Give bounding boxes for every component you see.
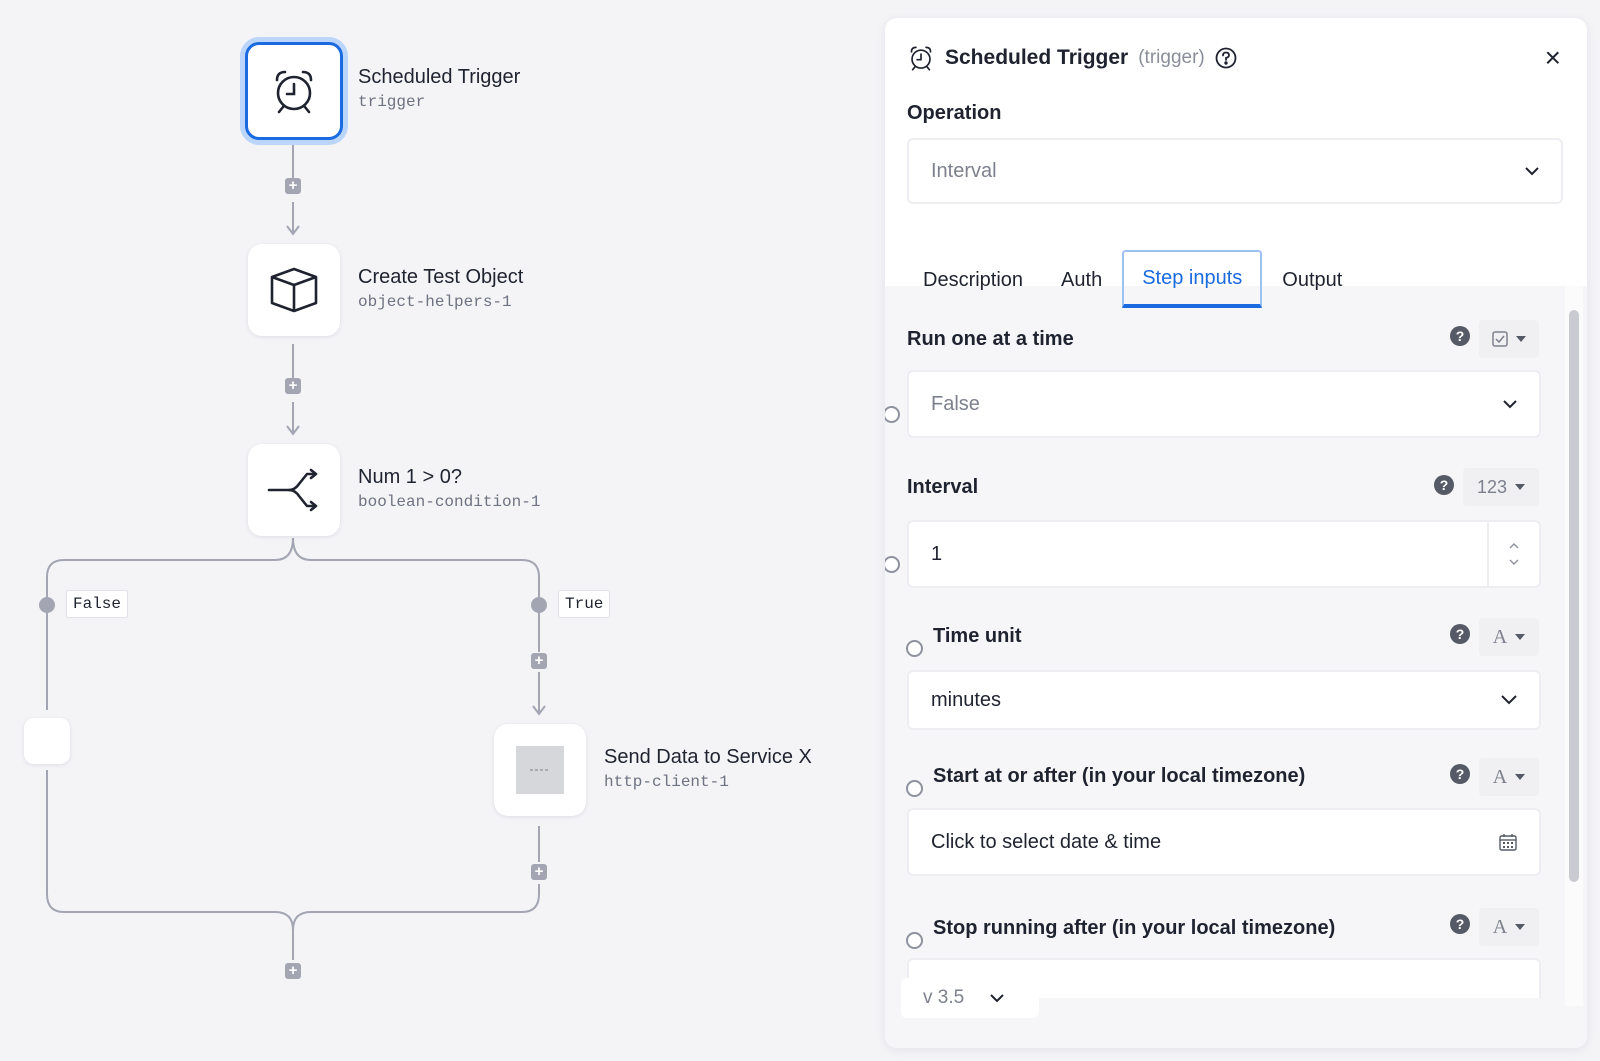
branch-split-icon: [267, 468, 321, 512]
node-title: Send Data to Service X: [604, 746, 812, 768]
cube-icon: [268, 265, 320, 315]
text-type-value: A: [1492, 765, 1508, 788]
http-client-icon: [516, 746, 564, 794]
tab-auth[interactable]: Auth: [1043, 252, 1120, 308]
boolean-type-button[interactable]: [1479, 320, 1539, 358]
true-branch-label: True: [558, 590, 611, 618]
chevron-up-icon[interactable]: [1509, 543, 1519, 549]
create-node-label: Create Test Object object-helpers-1: [358, 266, 523, 311]
caret-down-icon: [1515, 634, 1526, 640]
start-label: Start at or after (in your local timezon…: [933, 765, 1306, 787]
time-unit-label: Time unit: [933, 625, 1022, 647]
panel-tabs: Description Auth Step inputs Output: [885, 226, 1587, 308]
time-unit-radio[interactable]: [906, 640, 923, 657]
chevron-down-icon: [1503, 399, 1517, 409]
node-key: object-helpers-1: [358, 293, 512, 311]
number-stepper[interactable]: [1487, 522, 1539, 586]
start-datetime-input[interactable]: Click to select date & time: [907, 808, 1541, 876]
scrollbar-thumb[interactable]: [1569, 310, 1579, 882]
help-icon[interactable]: ?: [1450, 624, 1470, 644]
operation-select[interactable]: Interval: [907, 138, 1563, 204]
send-node-label: Send Data to Service X http-client-1: [604, 746, 812, 791]
workflow-canvas[interactable]: + + + + + Scheduled Trigger trigger Crea…: [0, 0, 880, 1061]
caret-down-icon: [1516, 336, 1526, 342]
text-type-button[interactable]: A: [1479, 618, 1539, 656]
help-icon[interactable]: ?: [1434, 475, 1454, 495]
empty-step-placeholder[interactable]: [24, 718, 70, 764]
condition-node-label: Num 1 > 0? boolean-condition-1: [358, 466, 540, 511]
start-placeholder: Click to select date & time: [931, 830, 1162, 853]
run-one-value: False: [931, 392, 980, 415]
version-select[interactable]: v 3.5: [901, 978, 1039, 1018]
chevron-down-icon: [990, 993, 1004, 1003]
interval-input[interactable]: 1: [907, 520, 1541, 588]
false-branch-label: False: [66, 590, 129, 618]
number-type-value: 123: [1476, 476, 1508, 497]
interval-label: Interval: [907, 476, 979, 498]
caret-down-icon: [1515, 924, 1526, 930]
run-one-select[interactable]: False: [907, 370, 1541, 438]
text-type-value: A: [1492, 625, 1508, 648]
help-circle-icon[interactable]: [1215, 47, 1237, 69]
tab-output[interactable]: Output: [1264, 252, 1360, 308]
caret-down-icon: [1515, 774, 1526, 780]
panel-title: Scheduled Trigger: [945, 46, 1129, 69]
text-type-button[interactable]: A: [1479, 908, 1539, 946]
checkbox-icon: [1492, 331, 1508, 347]
tab-description[interactable]: Description: [905, 252, 1041, 308]
stop-radio[interactable]: [906, 932, 923, 949]
node-key: http-client-1: [604, 773, 729, 791]
caret-down-icon: [1515, 484, 1526, 490]
node-title: Num 1 > 0?: [358, 466, 462, 488]
condition-node[interactable]: [248, 444, 340, 536]
start-radio[interactable]: [906, 780, 923, 797]
run-one-label: Run one at a time: [907, 328, 1074, 350]
number-type-button[interactable]: 123: [1463, 468, 1539, 506]
text-type-value: A: [1492, 915, 1508, 938]
time-unit-select[interactable]: minutes: [907, 670, 1541, 730]
chevron-down-icon: [1501, 695, 1517, 705]
operation-label: Operation: [907, 102, 1002, 124]
node-key: trigger: [358, 93, 426, 111]
time-unit-value: minutes: [931, 688, 1002, 711]
stop-label: Stop running after (in your local timezo…: [933, 917, 1336, 939]
operation-value: Interval: [931, 159, 997, 182]
alarm-clock-icon: [907, 44, 935, 72]
version-value: v 3.5: [923, 987, 965, 1008]
node-title: Create Test Object: [358, 266, 524, 288]
trigger-node[interactable]: [245, 42, 343, 140]
create-test-object-node[interactable]: [248, 244, 340, 336]
alarm-clock-icon: [269, 66, 319, 116]
tab-step-inputs[interactable]: Step inputs: [1122, 250, 1263, 308]
step-config-panel: Scheduled Trigger (trigger) × Operation …: [885, 18, 1587, 1048]
trigger-node-label: Scheduled Trigger trigger: [358, 66, 520, 111]
add-step-button[interactable]: +: [285, 178, 301, 194]
help-icon[interactable]: ?: [1450, 914, 1470, 934]
add-step-button[interactable]: +: [531, 864, 547, 880]
chevron-down-icon: [1525, 166, 1539, 176]
panel-subtitle: (trigger): [1138, 47, 1205, 68]
send-data-node[interactable]: [494, 724, 586, 816]
node-title: Scheduled Trigger: [358, 66, 521, 88]
help-icon[interactable]: ?: [1450, 326, 1470, 346]
chevron-down-icon[interactable]: [1509, 559, 1519, 565]
connector-wires: [39, 144, 547, 960]
help-icon[interactable]: ?: [1450, 764, 1470, 784]
add-step-button[interactable]: +: [531, 653, 547, 669]
text-type-button[interactable]: A: [1479, 758, 1539, 796]
interval-value: 1: [931, 542, 943, 565]
node-key: boolean-condition-1: [358, 493, 541, 511]
close-panel-button[interactable]: ×: [1545, 44, 1561, 72]
add-step-button[interactable]: +: [285, 963, 301, 979]
panel-header: Scheduled Trigger (trigger): [907, 44, 1237, 72]
calendar-icon[interactable]: [1499, 833, 1517, 851]
add-step-button[interactable]: +: [285, 378, 301, 394]
